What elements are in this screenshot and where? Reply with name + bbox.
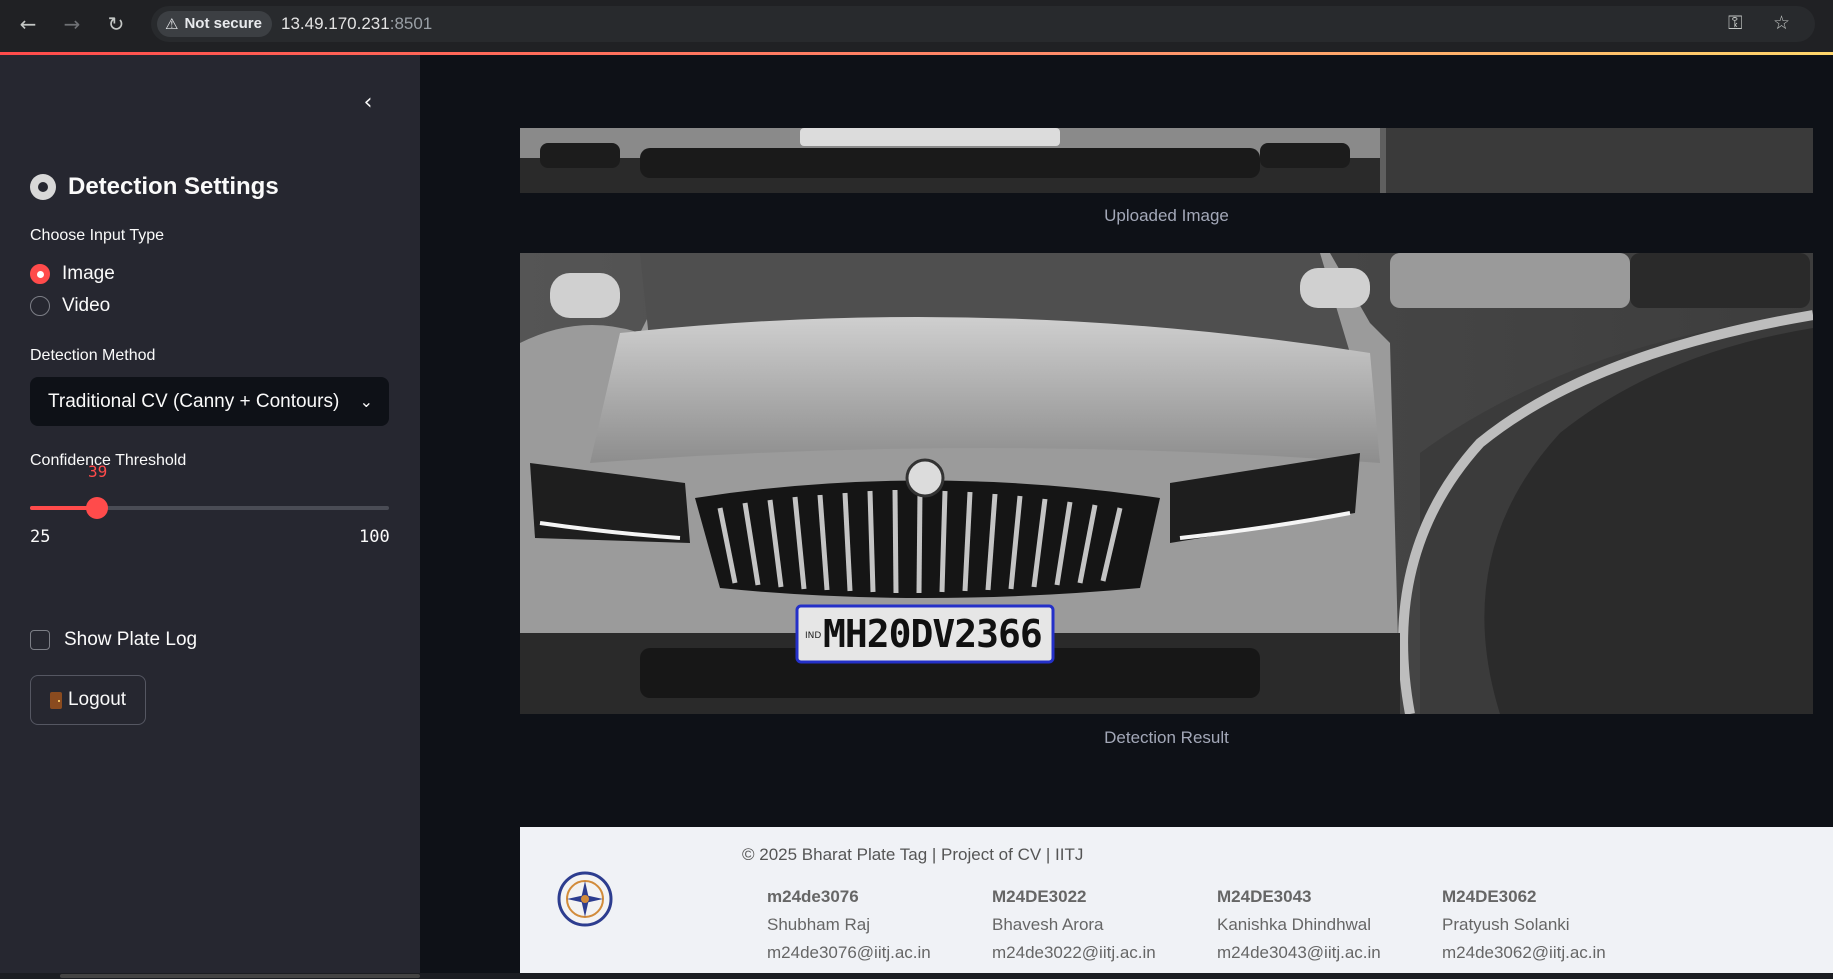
logout-button[interactable]: Logout [30,675,146,725]
url-text[interactable]: 13.49.170.231:8501 [281,6,432,42]
member-name: Kanishka Dhindhwal [1217,915,1372,934]
member-name: Shubham Raj [767,915,871,934]
team-member: M24DE3022 Bhavesh Arora m24de3022@iitj.a… [992,883,1156,967]
star-icon[interactable]: ☆ [1773,12,1790,34]
uploaded-image [520,128,1813,193]
chevron-down-icon: ⌄ [359,392,373,411]
result-car-photo [520,253,1813,714]
threshold-label: Confidence Threshold [30,452,187,469]
footer: © 2025 Bharat Plate Tag | Project of CV … [520,827,1833,979]
url-port: :8501 [389,14,433,33]
security-label: Not secure [184,15,262,32]
member-email[interactable]: m24de3076@iitj.ac.in [767,939,931,967]
uploaded-image-caption: Uploaded Image [1104,206,1229,225]
input-type-label: Choose Input Type [30,227,165,244]
plate-text: MH20DV2366 [823,612,1043,656]
member-name: Pratyush Solanki [1442,915,1570,934]
detection-result-image: IND MH20DV2366 [520,253,1813,714]
show-plate-log-toggle[interactable]: Show Plate Log [30,629,197,651]
detection-method-label: Detection Method [30,347,156,364]
detection-method-value: Traditional CV (Canny + Contours) [48,391,340,412]
gear-icon [30,174,56,200]
collapse-sidebar-icon[interactable]: ‹ [356,91,380,115]
browser-toolbar: ← → ↻ ⚠ Not secure 13.49.170.231:8501 ⚿ … [0,0,1833,52]
uploaded-car-photo [520,128,1813,193]
member-email[interactable]: m24de3062@iitj.ac.in [1442,939,1606,967]
member-id: M24DE3022 [992,887,1087,906]
sidebar-title-text: Detection Settings [68,173,279,200]
member-id: m24de3076 [767,887,859,906]
url-host: 13.49.170.231 [281,14,390,33]
detection-method-select[interactable]: Traditional CV (Canny + Contours) ⌄ [30,377,389,426]
footer-copyright: © 2025 Bharat Plate Tag | Project of CV … [742,845,1084,864]
threshold-max: 100 [359,527,390,547]
threshold-value: 39 [88,462,108,481]
warning-icon: ⚠ [165,15,179,33]
threshold-slider[interactable] [30,497,389,519]
logout-label: Logout [67,689,127,710]
radio-image[interactable]: Image [30,263,115,285]
radio-video[interactable]: Video [30,295,110,317]
member-email[interactable]: m24de3043@iitj.ac.in [1217,939,1381,967]
door-icon [49,691,62,709]
address-bar[interactable]: ⚠ Not secure 13.49.170.231:8501 ⚿ ☆ [151,6,1815,42]
detection-result-caption: Detection Result [1104,728,1229,747]
sidebar: ‹ Detection Settings Choose Input Type I… [0,55,420,979]
radio-video-button[interactable] [30,296,50,316]
show-plate-log-checkbox[interactable] [30,630,50,650]
radio-image-button[interactable] [30,264,50,284]
security-chip[interactable]: ⚠ Not secure [157,11,272,37]
member-name: Bhavesh Arora [992,915,1104,934]
team-member: M24DE3062 Pratyush Solanki m24de3062@iit… [1442,883,1606,967]
sidebar-title: Detection Settings [30,173,279,201]
threshold-slider-thumb[interactable] [86,497,108,519]
threshold-min: 25 [30,527,51,547]
scrollbar-thumb[interactable] [60,974,420,978]
radio-video-label: Video [62,295,111,316]
forward-icon[interactable]: → [60,12,84,36]
member-email[interactable]: m24de3022@iitj.ac.in [992,939,1156,967]
horizontal-scrollbar[interactable] [0,973,1833,979]
show-plate-log-label: Show Plate Log [64,629,198,650]
member-id: M24DE3062 [1442,887,1537,906]
iitj-logo [557,871,613,927]
back-icon[interactable]: ← [16,12,40,36]
member-id: M24DE3043 [1217,887,1312,906]
team-member: M24DE3043 Kanishka Dhindhwal m24de3043@i… [1217,883,1381,967]
radio-image-label: Image [62,263,115,284]
key-icon[interactable]: ⚿ [1728,12,1742,34]
team-member: m24de3076 Shubham Raj m24de3076@iitj.ac.… [767,883,931,967]
plate-country-code: IND [805,631,822,641]
reload-icon[interactable]: ↻ [104,12,128,36]
